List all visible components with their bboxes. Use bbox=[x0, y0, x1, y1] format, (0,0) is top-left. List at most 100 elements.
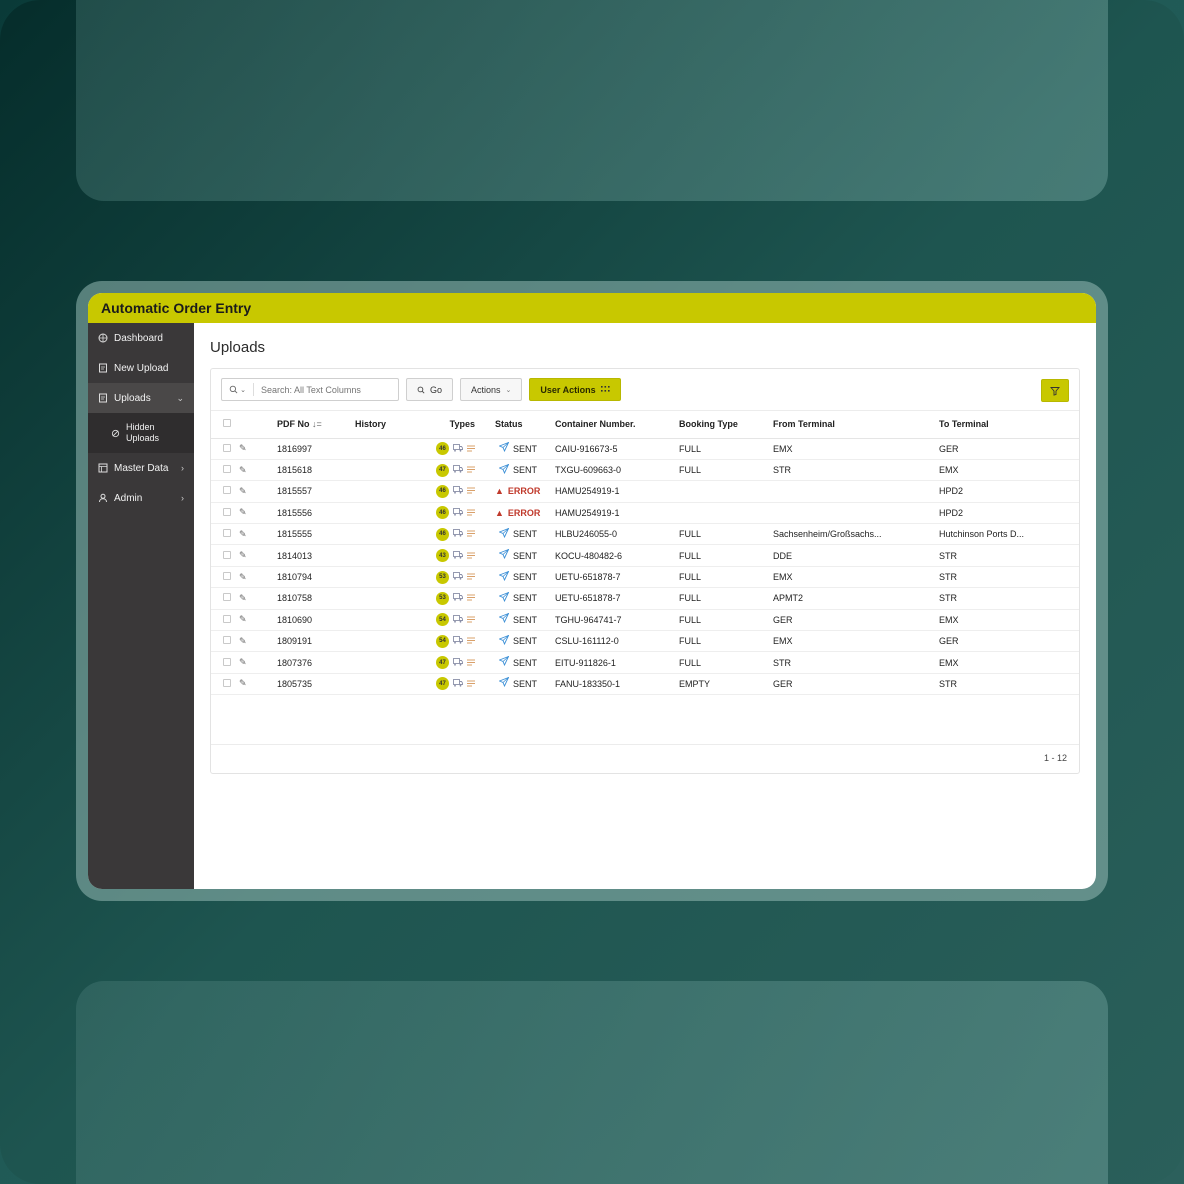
type-count-badge: 46 bbox=[436, 442, 449, 456]
pdf-no-cell[interactable]: 1815556 bbox=[273, 502, 351, 525]
pdf-no-cell[interactable]: 1810794 bbox=[273, 566, 351, 589]
pencil-icon[interactable]: ✎ bbox=[239, 657, 247, 667]
pdf-no-cell[interactable]: 1816997 bbox=[273, 438, 351, 460]
pencil-icon[interactable]: ✎ bbox=[239, 636, 247, 646]
history-cell bbox=[351, 630, 421, 653]
pencil-icon[interactable]: ✎ bbox=[239, 465, 247, 475]
sidebar-item-admin[interactable]: Admin › bbox=[88, 483, 194, 513]
history-cell bbox=[351, 544, 421, 567]
search-column-dropdown[interactable]: ⌄ bbox=[222, 383, 254, 396]
types-cell: 53 bbox=[421, 587, 491, 610]
search-icon bbox=[417, 386, 425, 394]
pencil-icon[interactable]: ✎ bbox=[239, 614, 247, 624]
row-checkbox[interactable] bbox=[223, 550, 231, 559]
table-row[interactable]: ✎ 1816997 46 SENT CAIU-916673-5 FULL EMX GER bbox=[211, 438, 1079, 460]
row-checkbox[interactable] bbox=[223, 465, 231, 474]
table-row[interactable]: ✎ 1815555 46 SENT HLBU246055-0 FULL Sachsenhei… bbox=[211, 523, 1079, 546]
column-header-types[interactable]: Types bbox=[421, 411, 491, 439]
pdf-no-cell[interactable]: 1810690 bbox=[273, 609, 351, 632]
row-checkbox[interactable] bbox=[223, 443, 231, 452]
from-terminal-cell: GER bbox=[769, 673, 935, 696]
pdf-no-cell[interactable]: 1815555 bbox=[273, 523, 351, 546]
table-row[interactable]: ✎ 1815556 46 ▲ ERROR HAMU254919-1 HPD2 bbox=[211, 502, 1079, 525]
column-header-pdf-no[interactable]: PDF No ↓= bbox=[273, 411, 351, 439]
row-checkbox[interactable] bbox=[223, 614, 231, 623]
sidebar-item-new-upload[interactable]: New Upload bbox=[88, 353, 194, 383]
row-checkbox[interactable] bbox=[223, 593, 231, 602]
sidebar-item-dashboard[interactable]: Dashboard bbox=[88, 323, 194, 353]
select-all-checkbox[interactable] bbox=[223, 419, 231, 428]
app-header: Automatic Order Entry bbox=[88, 293, 1096, 323]
table-row[interactable]: ✎ 1809191 54 SENT CSLU-161112-0 FULL EMX GER bbox=[211, 630, 1079, 653]
pdf-no-cell[interactable]: 1815618 bbox=[273, 459, 351, 482]
history-cell bbox=[351, 459, 421, 482]
truck-icon bbox=[453, 465, 463, 475]
column-header-container-number[interactable]: Container Number. bbox=[551, 411, 675, 439]
table-row[interactable]: ✎ 1815618 47 SENT TXGU-609663-0 FULL STR EMX bbox=[211, 459, 1079, 482]
to-terminal-cell: GER bbox=[935, 630, 1079, 653]
pencil-icon[interactable]: ✎ bbox=[239, 507, 247, 517]
chevron-down-icon: ⌄ bbox=[176, 392, 184, 403]
pdf-no-cell[interactable]: 1809191 bbox=[273, 630, 351, 653]
pdf-no-cell[interactable]: 1814013 bbox=[273, 544, 351, 567]
sidebar-item-hidden-uploads[interactable]: Hidden Uploads bbox=[88, 413, 194, 453]
row-checkbox[interactable] bbox=[223, 486, 231, 495]
table-row[interactable]: ✎ 1814013 43 SENT KOCU-480482-6 FULL DDE STR bbox=[211, 544, 1079, 567]
column-header-booking-type[interactable]: Booking Type bbox=[675, 411, 769, 439]
column-header-to-terminal[interactable]: To Terminal bbox=[935, 411, 1079, 439]
container-number-cell: EITU-911826-1 bbox=[551, 651, 675, 674]
actions-button[interactable]: Actions ⌄ bbox=[460, 378, 523, 401]
table-row[interactable]: ✎ 1805735 47 SENT FANU-183350-1 EMPTY GER STR bbox=[211, 673, 1079, 696]
go-button[interactable]: Go bbox=[406, 378, 454, 401]
pencil-icon[interactable]: ✎ bbox=[239, 593, 247, 603]
pencil-icon[interactable]: ✎ bbox=[239, 678, 247, 688]
sidebar-item-master-data[interactable]: Master Data › bbox=[88, 453, 194, 483]
app-title: Automatic Order Entry bbox=[101, 300, 252, 316]
column-header-from-terminal[interactable]: From Terminal bbox=[769, 411, 935, 439]
pdf-no-cell[interactable]: 1815557 bbox=[273, 480, 351, 503]
row-checkbox[interactable] bbox=[223, 529, 231, 538]
pencil-icon[interactable]: ✎ bbox=[239, 550, 247, 560]
status-badge: SENT bbox=[495, 612, 537, 626]
booking-type-cell: FULL bbox=[675, 587, 769, 610]
row-select-cell bbox=[211, 438, 235, 460]
pencil-icon[interactable]: ✎ bbox=[239, 443, 247, 453]
pencil-icon[interactable]: ✎ bbox=[239, 486, 247, 496]
table-row[interactable]: ✎ 1807376 47 SENT EITU-911826-1 FULL STR EMX bbox=[211, 651, 1079, 674]
pencil-icon[interactable]: ✎ bbox=[239, 529, 247, 539]
search-input[interactable] bbox=[254, 384, 394, 395]
booking-type-cell bbox=[675, 502, 769, 525]
lines-icon bbox=[467, 508, 475, 518]
to-terminal-cell: EMX bbox=[935, 609, 1079, 632]
paper-plane-icon bbox=[498, 548, 510, 562]
pencil-icon[interactable]: ✎ bbox=[239, 572, 247, 582]
from-terminal-cell: Sachsenheim/Großsachs... bbox=[769, 523, 935, 546]
row-checkbox[interactable] bbox=[223, 678, 231, 687]
paper-plane-icon bbox=[498, 463, 510, 477]
filter-button[interactable] bbox=[1041, 379, 1069, 402]
sidebar-item-uploads[interactable]: Uploads ⌄ bbox=[88, 383, 194, 413]
user-actions-button[interactable]: User Actions bbox=[529, 378, 621, 401]
row-checkbox[interactable] bbox=[223, 507, 231, 516]
column-header-status[interactable]: Status bbox=[491, 411, 551, 439]
status-badge: SENT bbox=[495, 441, 537, 455]
report-panel: ⌄ Go Actions ⌄ User A bbox=[210, 368, 1080, 774]
pdf-no-cell[interactable]: 1805735 bbox=[273, 673, 351, 696]
table-row[interactable]: ✎ 1810690 54 SENT TGHU-964741-7 FULL GER EMX bbox=[211, 609, 1079, 632]
column-header-history[interactable]: History bbox=[351, 411, 421, 439]
app-window: Automatic Order Entry Dashboard New Uplo… bbox=[88, 293, 1096, 889]
table-row[interactable]: ✎ 1815557 46 ▲ ERROR HAMU254919-1 HPD2 bbox=[211, 480, 1079, 503]
status-cell: SENT bbox=[491, 523, 551, 546]
table-row[interactable]: ✎ 1810794 53 SENT UETU-651878-7 FULL EMX STR bbox=[211, 566, 1079, 589]
pdf-no-cell[interactable]: 1810758 bbox=[273, 587, 351, 610]
row-checkbox[interactable] bbox=[223, 636, 231, 645]
pdf-no-cell[interactable]: 1807376 bbox=[273, 651, 351, 674]
booking-type-cell bbox=[675, 480, 769, 503]
row-checkbox[interactable] bbox=[223, 572, 231, 581]
table-row[interactable]: ✎ 1810758 53 SENT UETU-651878-7 FULL APMT2 STR bbox=[211, 587, 1079, 610]
uploads-table: PDF No ↓= History Types Status Container… bbox=[211, 411, 1079, 696]
status-cell: SENT bbox=[491, 438, 551, 460]
from-terminal-cell bbox=[769, 480, 935, 503]
history-cell bbox=[351, 502, 421, 525]
row-checkbox[interactable] bbox=[223, 657, 231, 666]
